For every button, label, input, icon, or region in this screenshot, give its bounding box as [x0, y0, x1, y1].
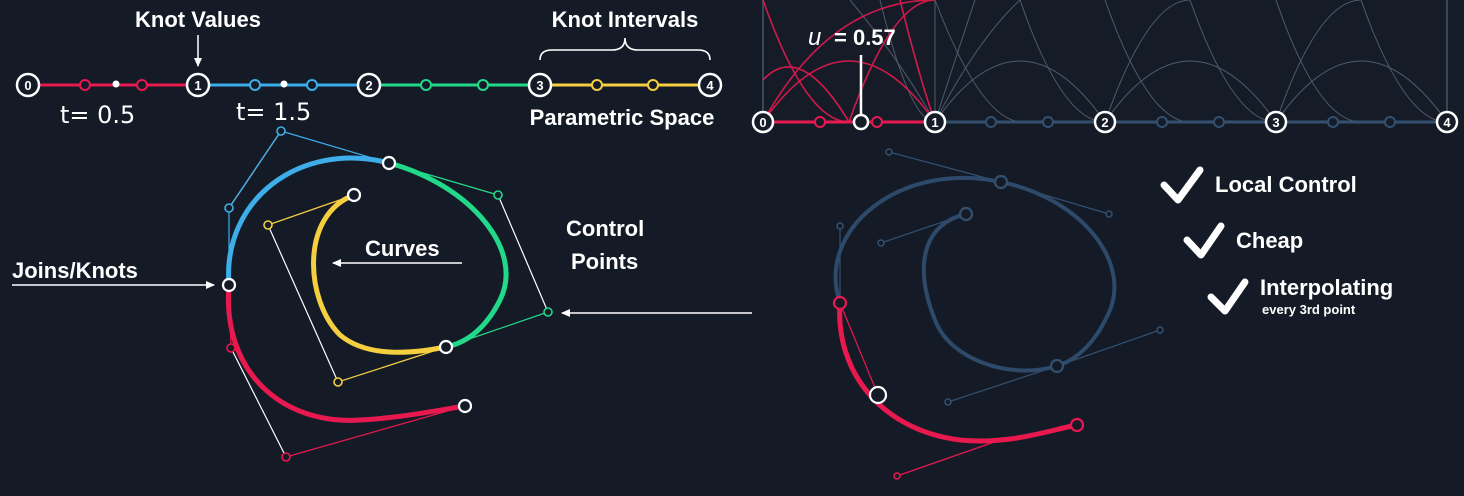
basis-knot-0: 0: [751, 110, 775, 134]
right-spline-diagram: [832, 148, 1164, 480]
svg-text:1: 1: [194, 78, 201, 93]
properties-checklist: Local Control Cheap Interpolating every …: [1160, 166, 1393, 317]
knot-intervals-label: Knot Intervals: [552, 7, 699, 32]
knot-0: 0: [15, 72, 41, 98]
handwritten-t-0-5: t= 0.5: [60, 101, 135, 129]
svg-text:0: 0: [24, 78, 31, 93]
right-spline-red: [837, 300, 1080, 444]
svg-text:3: 3: [536, 78, 543, 93]
svg-text:every 3rd point: every 3rd point: [1262, 302, 1356, 317]
knot-2: 2: [356, 72, 382, 98]
svg-text:0: 0: [759, 115, 766, 130]
svg-text:2: 2: [1101, 115, 1108, 130]
parameter-line: Knot Values Knot Intervals 0 1 2 3 4 t= …: [15, 7, 723, 130]
property-cheap: Cheap: [1183, 222, 1303, 259]
svg-text:Local Control: Local Control: [1215, 172, 1357, 197]
knot-values-label: Knot Values: [135, 7, 261, 32]
basis-knot-2: 2: [1093, 110, 1117, 134]
knot-3: 3: [527, 72, 553, 98]
knot-1: 1: [185, 72, 211, 98]
diagram-canvas: Knot Values Knot Intervals 0 1 2 3 4 t= …: [12, 0, 1464, 480]
left-spline-diagram: Joins/Knots Curves Control Points: [12, 126, 752, 462]
u-value: = 0.57: [834, 25, 896, 50]
checkmark-icon: [1183, 222, 1225, 259]
svg-text:Cheap: Cheap: [1236, 228, 1303, 253]
basis-functions-panel: u = 0.57 0 1 2 3 4: [751, 0, 1464, 134]
basis-knot-1: 1: [923, 110, 947, 134]
svg-text:3: 3: [1272, 115, 1279, 130]
svg-text:4: 4: [706, 78, 714, 93]
basis-knot-3: 3: [1264, 110, 1288, 134]
handwritten-t-1-5: t= 1.5: [236, 98, 311, 126]
parametric-space-label: Parametric Space: [530, 105, 715, 130]
joins-knots-label: Joins/Knots: [12, 258, 138, 283]
control-points-label-line2: Points: [571, 249, 638, 274]
svg-text:2: 2: [365, 78, 372, 93]
svg-text:4: 4: [1443, 115, 1451, 130]
property-interpolating: Interpolating every 3rd point: [1207, 275, 1393, 317]
svg-text:Interpolating: Interpolating: [1260, 275, 1393, 300]
spline-segment-yellow: [311, 192, 449, 355]
knot-4: 4: [697, 72, 723, 98]
basis-knot-4: 4: [1435, 110, 1459, 134]
knot-intervals-brace: [539, 37, 711, 61]
spline-segment-blue: [226, 155, 392, 288]
property-local-control: Local Control: [1160, 166, 1357, 204]
u-symbol: u: [808, 24, 821, 51]
curves-label: Curves: [365, 236, 440, 261]
checkmark-icon: [1207, 278, 1249, 315]
control-points-label-line1: Control: [566, 216, 644, 241]
u-indicator-handle[interactable]: [852, 113, 870, 131]
right-spline-navy: [833, 175, 1117, 373]
checkmark-icon: [1160, 166, 1204, 204]
svg-text:1: 1: [931, 115, 938, 130]
